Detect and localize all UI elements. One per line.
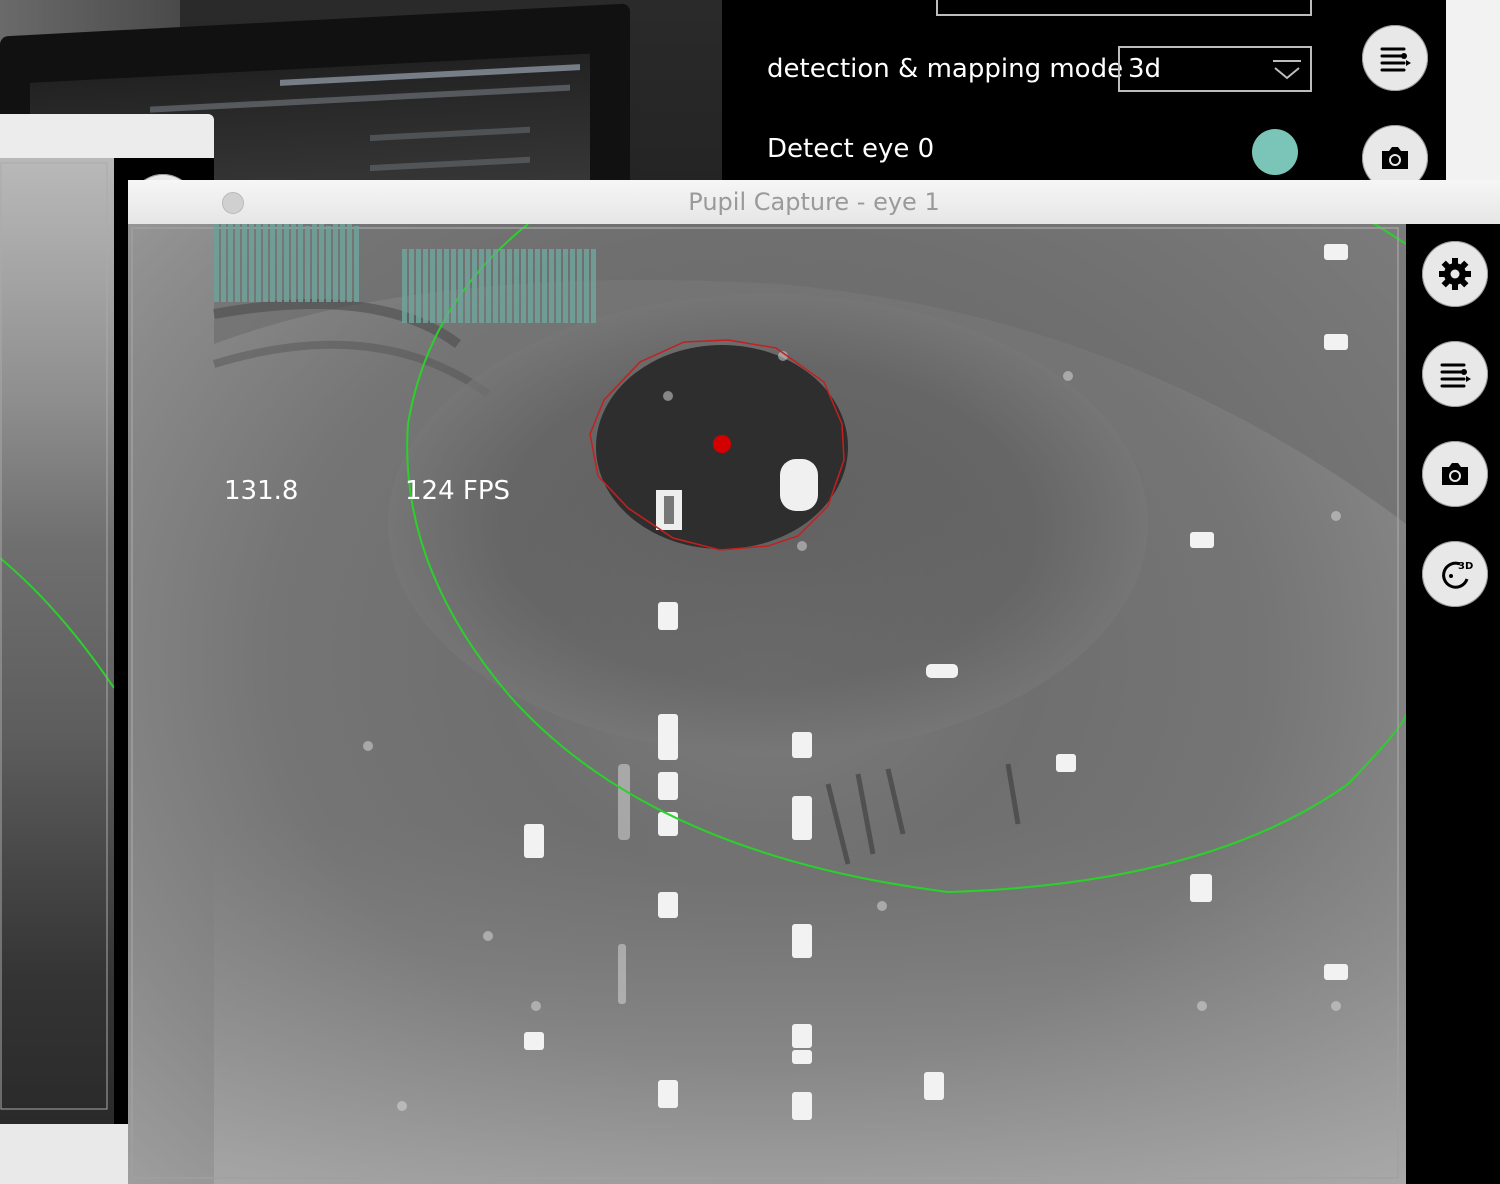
eye1-window: Pupil Capture - eye 1 131.8 124 FPS 3D [128,180,1500,1184]
graph-bar [416,249,421,323]
graph-bar [521,249,526,323]
graph-bar [312,224,317,302]
setting-label-detect-eye0: Detect eye 0 [767,134,935,164]
graph-bar [563,249,568,323]
camera-button[interactable] [1422,441,1488,507]
fps-graph-label: 124 FPS [405,476,511,506]
graph-bar [500,249,505,323]
desktop-edge [1446,0,1500,180]
detect-eye0-toggle[interactable] [1252,129,1298,175]
eye0-video [0,158,114,1124]
graph-bar [528,249,533,323]
graph-bar [507,249,512,323]
cpu-graph [214,224,362,302]
menu-list-icon [1380,47,1411,72]
eye0-titlebar[interactable] [0,114,214,159]
graph-bar [577,249,582,323]
graph-bar [242,224,247,302]
camera-icon [1382,147,1408,169]
menu-list-button[interactable] [1422,341,1488,407]
general-settings-button[interactable] [1422,241,1488,307]
graph-bar [354,226,359,302]
cpu-graph-label: 131.8 [224,476,299,506]
graph-bar [437,249,442,323]
main-sidebar [1346,0,1446,191]
graph-bar [256,224,261,302]
graph-bar [221,224,226,302]
graph-bar [284,224,289,302]
graph-bar [535,249,540,323]
graph-bar [305,226,310,302]
graph-bar [591,249,596,323]
reset-3d-model-button[interactable]: 3D [1422,541,1488,607]
graph-bar [542,249,547,323]
menu-list-icon [1440,363,1471,388]
eye1-sidebar: 3D [1406,224,1500,1184]
graph-bar [326,226,331,302]
graph-bar [486,249,491,323]
menu-list-button[interactable] [1362,25,1428,91]
eye-image [131,224,1406,1184]
graph-bar [249,224,254,302]
graph-bar [430,249,435,323]
graph-bar [570,249,575,323]
graph-bar [465,249,470,323]
graph-bar [214,224,219,302]
eye1-video: 131.8 124 FPS [128,224,1406,1184]
fps-graph [402,249,602,323]
eye0-window-bottom [0,1124,130,1184]
graph-bar [333,224,338,302]
graph-bar [298,224,303,302]
graph-bar [319,224,324,302]
top-select-field[interactable] [936,0,1312,16]
graph-bar [423,249,428,323]
svg-text:3D: 3D [1458,561,1473,572]
graph-bar [291,224,296,302]
mode-select[interactable]: 3d [1118,46,1312,92]
graph-bar [451,249,456,323]
graph-bar [549,249,554,323]
graph-bar [347,224,352,302]
graph-bar [228,224,233,302]
graph-bar [409,249,414,323]
graph-bar [277,224,282,302]
graph-bar [458,249,463,323]
3d-reset-icon: 3D [1442,561,1473,589]
pupil-center [713,435,731,453]
graph-bar [340,224,345,302]
graph-bar [402,249,407,323]
eye0-model-outline [0,162,114,1110]
main-settings-panel: detection & mapping mode 3d Detect eye 0 [722,0,1446,180]
gear-icon [1439,258,1471,290]
graph-bar [556,249,561,323]
eye1-titlebar[interactable]: Pupil Capture - eye 1 [128,180,1500,225]
graph-bar [235,224,240,302]
graph-bar [514,249,519,323]
graph-bar [444,249,449,323]
graph-bar [584,249,589,323]
camera-icon [1442,463,1468,485]
setting-label-mode: detection & mapping mode [767,54,1124,84]
dropdown-arrow-icon [1273,60,1301,80]
window-title: Pupil Capture - eye 1 [688,188,940,216]
graph-bar [493,249,498,323]
mode-select-value: 3d [1128,54,1162,84]
graph-bar [270,224,275,302]
graph-bar [479,249,484,323]
graph-bar [263,224,268,302]
graph-bar [472,249,477,323]
